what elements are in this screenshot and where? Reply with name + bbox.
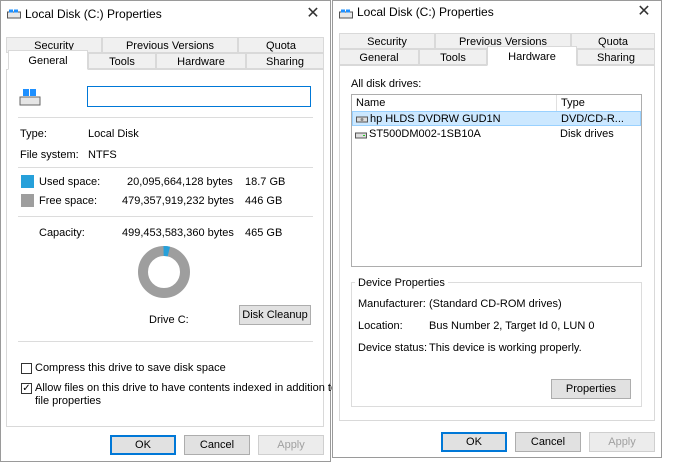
right-window-title: Local Disk (C:) Properties bbox=[357, 5, 494, 19]
left-title-bar[interactable]: Local Disk (C:) Properties ✕ bbox=[1, 1, 330, 29]
apply-button[interactable]: Apply bbox=[258, 435, 324, 455]
left-tab-general[interactable]: General bbox=[8, 50, 88, 70]
drive-large-icon bbox=[19, 89, 41, 106]
right-tab-quota[interactable]: Quota bbox=[571, 33, 655, 49]
drive-label: Drive C: bbox=[149, 314, 189, 326]
apply-button[interactable]: Apply bbox=[589, 432, 655, 452]
cancel-button[interactable]: Cancel bbox=[184, 435, 250, 455]
right-title-bar[interactable]: Local Disk (C:) Properties ✕ bbox=[333, 1, 661, 29]
device-properties-title: Device Properties bbox=[355, 277, 448, 289]
left-tab-hardware[interactable]: Hardware bbox=[156, 53, 246, 69]
left-tab-sharing[interactable]: Sharing bbox=[246, 53, 324, 69]
index-label-line2: file properties bbox=[35, 395, 102, 407]
left-close-icon[interactable]: ✕ bbox=[302, 3, 324, 25]
free-space-swatch bbox=[21, 194, 34, 207]
file-system-value: NTFS bbox=[88, 149, 117, 161]
free-space-bytes: 479,357,919,232 bytes bbox=[122, 195, 234, 207]
disk-usage-donut bbox=[138, 246, 190, 298]
used-space-bytes: 20,095,664,128 bytes bbox=[127, 176, 233, 188]
right-tab-security[interactable]: Security bbox=[339, 33, 435, 49]
cancel-button[interactable]: Cancel bbox=[515, 432, 581, 452]
drive-icon bbox=[339, 9, 353, 19]
used-space-swatch bbox=[21, 175, 34, 188]
volume-name-input[interactable] bbox=[87, 86, 311, 107]
left-tab-tools[interactable]: Tools bbox=[88, 53, 156, 69]
device-status-value: This device is working properly. bbox=[429, 342, 582, 354]
drive-name: hp HLDS DVDRW GUD1N bbox=[370, 113, 501, 125]
drive-type: DVD/CD-R... bbox=[561, 113, 624, 125]
right-tab-sharing[interactable]: Sharing bbox=[577, 49, 655, 65]
location-value: Bus Number 2, Target Id 0, LUN 0 bbox=[429, 320, 595, 332]
left-window-title: Local Disk (C:) Properties bbox=[25, 7, 162, 21]
dvd-drive-icon bbox=[356, 116, 368, 123]
left-tab-quota[interactable]: Quota bbox=[238, 37, 324, 53]
disk-drive-icon bbox=[355, 132, 367, 139]
drive-row-dvd[interactable]: hp HLDS DVDRW GUD1N DVD/CD-R... bbox=[352, 111, 641, 126]
ok-button[interactable]: OK bbox=[441, 432, 507, 452]
drive-row-disk[interactable]: ST500DM002-1SB10A Disk drives bbox=[352, 127, 641, 142]
disk-drives-list[interactable]: Name Type hp HLDS DVDRW GUD1N DVD/CD-R..… bbox=[351, 94, 642, 267]
right-properties-window: Local Disk (C:) Properties ✕ Security Pr… bbox=[332, 0, 662, 458]
left-tab-previous-versions[interactable]: Previous Versions bbox=[102, 37, 238, 53]
right-close-icon[interactable]: ✕ bbox=[633, 1, 655, 23]
drive-type: Disk drives bbox=[560, 128, 614, 140]
device-status-label: Device status: bbox=[358, 342, 428, 354]
right-tab-tools[interactable]: Tools bbox=[419, 49, 487, 65]
index-label-line1: Allow files on this drive to have conten… bbox=[35, 382, 338, 394]
used-space-size: 18.7 GB bbox=[245, 176, 286, 188]
used-space-label: Used space: bbox=[39, 176, 101, 188]
location-label: Location: bbox=[358, 320, 403, 332]
right-tab-general[interactable]: General bbox=[339, 49, 419, 65]
donut-used-arc bbox=[163, 246, 170, 257]
capacity-bytes: 499,453,583,360 bytes bbox=[122, 227, 234, 239]
manufacturer-value: (Standard CD-ROM drives) bbox=[429, 298, 562, 310]
divider bbox=[18, 341, 313, 342]
donut-free-ring bbox=[138, 246, 190, 298]
ok-button[interactable]: OK bbox=[110, 435, 176, 455]
free-space-label: Free space: bbox=[39, 195, 98, 207]
type-label: Type: bbox=[20, 128, 47, 140]
capacity-size: 465 GB bbox=[245, 227, 283, 239]
drive-name: ST500DM002-1SB10A bbox=[369, 128, 481, 140]
right-tab-hardware[interactable]: Hardware bbox=[487, 46, 577, 66]
file-system-label: File system: bbox=[20, 149, 79, 161]
left-properties-window: Local Disk (C:) Properties ✕ Security Pr… bbox=[0, 0, 337, 462]
divider bbox=[18, 117, 313, 118]
disk-cleanup-button[interactable]: Disk Cleanup bbox=[239, 305, 311, 325]
free-space-size: 446 GB bbox=[245, 195, 283, 207]
column-header-name[interactable]: Name bbox=[352, 95, 557, 112]
manufacturer-label: Manufacturer: bbox=[358, 298, 426, 310]
divider bbox=[18, 216, 313, 217]
drive-icon bbox=[7, 9, 21, 19]
index-checkbox[interactable]: ✓ bbox=[21, 383, 32, 394]
capacity-label: Capacity: bbox=[39, 227, 85, 239]
properties-button[interactable]: Properties bbox=[551, 379, 631, 399]
compress-label: Compress this drive to save disk space bbox=[35, 362, 226, 374]
column-header-type[interactable]: Type bbox=[557, 95, 641, 112]
type-value: Local Disk bbox=[88, 128, 139, 140]
compress-checkbox[interactable] bbox=[21, 363, 32, 374]
all-disk-drives-label: All disk drives: bbox=[351, 78, 422, 90]
divider bbox=[18, 167, 313, 168]
